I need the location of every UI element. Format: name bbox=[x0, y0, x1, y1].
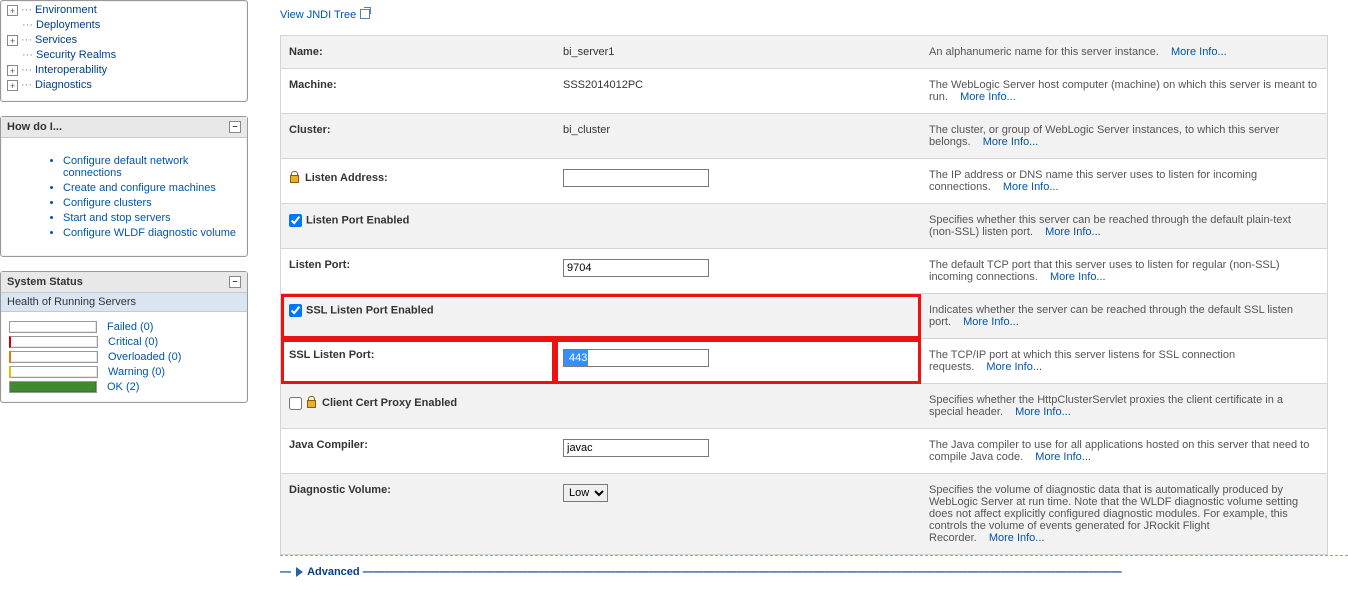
howdoi-link[interactable]: Configure clusters bbox=[63, 197, 239, 209]
expand-icon[interactable]: + bbox=[7, 80, 18, 91]
desc-name: An alphanumeric name for this server ins… bbox=[921, 36, 1328, 69]
expand-icon[interactable]: + bbox=[7, 65, 18, 76]
listen-port-enabled-checkbox[interactable] bbox=[289, 214, 302, 227]
java-compiler-input[interactable] bbox=[563, 439, 709, 457]
desc-ssl-lp: The TCP/IP port at which this server lis… bbox=[921, 339, 1328, 384]
howdoi-link[interactable]: Configure WLDF diagnostic volume bbox=[63, 227, 239, 239]
row-cluster: Cluster: bi_cluster The cluster, or grou… bbox=[281, 114, 1328, 159]
label-listen-address: Listen Address: bbox=[281, 159, 556, 204]
value-machine: SSS2014012PC bbox=[555, 69, 921, 114]
howdoi-link[interactable]: Start and stop servers bbox=[63, 212, 239, 224]
row-listen-port-enabled: Listen Port Enabled Specifies whether th… bbox=[281, 204, 1328, 249]
more-info-link[interactable]: More Info... bbox=[983, 136, 1039, 148]
tree-item-services[interactable]: +···Services bbox=[7, 33, 247, 48]
desc-jc: The Java compiler to use for all applica… bbox=[921, 429, 1328, 474]
ssl-listen-port-enabled-checkbox[interactable] bbox=[289, 304, 302, 317]
tree-item-security-realms[interactable]: ···Security Realms bbox=[7, 48, 247, 63]
client-cert-proxy-checkbox[interactable] bbox=[289, 397, 302, 410]
label-ssl-listen-port: SSL Listen Port: bbox=[281, 339, 556, 384]
tree-item-diagnostics[interactable]: +···Diagnostics bbox=[7, 78, 247, 93]
lock-icon bbox=[306, 396, 318, 408]
more-info-link[interactable]: More Info... bbox=[989, 532, 1045, 544]
tree-item-environment[interactable]: +···Environment bbox=[7, 3, 247, 18]
listen-port-input[interactable] bbox=[563, 259, 709, 277]
panel-title: System Status– bbox=[1, 272, 247, 293]
more-info-link[interactable]: More Info... bbox=[986, 361, 1042, 373]
label-ccpe: Client Cert Proxy Enabled bbox=[322, 397, 457, 409]
row-machine: Machine: SSS2014012PC The WebLogic Serve… bbox=[281, 69, 1328, 114]
health-warning: Warning (0) bbox=[9, 366, 239, 378]
label-listen-port: Listen Port: bbox=[281, 249, 556, 294]
bar-icon bbox=[9, 321, 97, 333]
advanced-toggle[interactable]: — Advanced —————————————————————————————… bbox=[280, 558, 1348, 586]
more-info-link[interactable]: More Info... bbox=[1035, 451, 1091, 463]
health-subtitle: Health of Running Servers bbox=[1, 293, 247, 312]
label-cluster: Cluster: bbox=[281, 114, 556, 159]
collapse-icon[interactable]: – bbox=[229, 276, 241, 288]
health-failed: Failed (0) bbox=[9, 321, 239, 333]
more-info-link[interactable]: More Info... bbox=[960, 91, 1016, 103]
howdoi-link[interactable]: Configure default network connections bbox=[63, 155, 239, 179]
desc-ccpe: Specifies whether the HttpClusterServlet… bbox=[921, 384, 1328, 429]
value-name: bi_server1 bbox=[555, 36, 921, 69]
howdoi-link[interactable]: Create and configure machines bbox=[63, 182, 239, 194]
health-critical: Critical (0) bbox=[9, 336, 239, 348]
more-info-link[interactable]: More Info... bbox=[1171, 46, 1227, 58]
label-machine: Machine: bbox=[281, 69, 556, 114]
desc-ssl-lpe: Indicates whether the server can be reac… bbox=[921, 294, 1328, 339]
label-ssl-lpe: SSL Listen Port Enabled bbox=[306, 304, 434, 316]
label-listen-port-enabled: Listen Port Enabled bbox=[306, 214, 409, 226]
bar-icon bbox=[9, 351, 98, 363]
desc-lpe: Specifies whether this server can be rea… bbox=[921, 204, 1328, 249]
lock-icon bbox=[289, 171, 301, 183]
row-listen-address: Listen Address: The IP address or DNS na… bbox=[281, 159, 1328, 204]
desc-dv: Specifies the volume of diagnostic data … bbox=[921, 474, 1328, 555]
listen-address-input[interactable] bbox=[563, 169, 709, 187]
row-ssl-listen-port: SSL Listen Port: The TCP/IP port at whic… bbox=[281, 339, 1328, 384]
health-overloaded: Overloaded (0) bbox=[9, 351, 239, 363]
label-name: Name: bbox=[281, 36, 556, 69]
row-diagnostic-volume: Diagnostic Volume: Low Specifies the vol… bbox=[281, 474, 1328, 555]
view-jndi-tree-link[interactable]: View JNDI Tree bbox=[280, 0, 1348, 35]
ssl-listen-port-input[interactable] bbox=[563, 349, 709, 367]
row-java-compiler: Java Compiler: The Java compiler to use … bbox=[281, 429, 1328, 474]
more-info-link[interactable]: More Info... bbox=[1050, 271, 1106, 283]
health-ok: OK (2) bbox=[9, 381, 239, 393]
nav-tree: +···Environment ···Deployments +···Servi… bbox=[0, 0, 248, 102]
collapse-icon[interactable]: – bbox=[229, 121, 241, 133]
row-ssl-listen-port-enabled: SSL Listen Port Enabled Indicates whethe… bbox=[281, 294, 1328, 339]
config-table: Name: bi_server1 An alphanumeric name fo… bbox=[280, 35, 1328, 555]
system-status-panel: System Status– Health of Running Servers… bbox=[0, 271, 248, 403]
label-diagnostic-volume: Diagnostic Volume: bbox=[281, 474, 556, 555]
tree-item-deployments[interactable]: ···Deployments bbox=[7, 18, 247, 33]
more-info-link[interactable]: More Info... bbox=[1003, 181, 1059, 193]
how-do-i-panel: How do I...– Configure default network c… bbox=[0, 116, 248, 257]
desc-machine: The WebLogic Server host computer (machi… bbox=[921, 69, 1328, 114]
desc-lp: The default TCP port that this server us… bbox=[921, 249, 1328, 294]
more-info-link[interactable]: More Info... bbox=[1045, 226, 1101, 238]
more-info-link[interactable]: More Info... bbox=[1015, 406, 1071, 418]
desc-cluster: The cluster, or group of WebLogic Server… bbox=[921, 114, 1328, 159]
triangle-right-icon bbox=[296, 567, 303, 577]
divider bbox=[280, 555, 1348, 556]
row-name: Name: bi_server1 An alphanumeric name fo… bbox=[281, 36, 1328, 69]
external-link-icon bbox=[360, 9, 370, 19]
bar-icon bbox=[9, 366, 98, 378]
desc-listen-address: The IP address or DNS name this server u… bbox=[921, 159, 1328, 204]
tree-item-interoperability[interactable]: +···Interoperability bbox=[7, 63, 247, 78]
row-listen-port: Listen Port: The default TCP port that t… bbox=[281, 249, 1328, 294]
row-client-cert-proxy-enabled: Client Cert Proxy Enabled Specifies whet… bbox=[281, 384, 1328, 429]
value-cluster: bi_cluster bbox=[555, 114, 921, 159]
expand-icon[interactable]: + bbox=[7, 5, 18, 16]
more-info-link[interactable]: More Info... bbox=[963, 316, 1019, 328]
diagnostic-volume-select[interactable]: Low bbox=[563, 484, 608, 502]
expand-icon[interactable]: + bbox=[7, 35, 18, 46]
label-java-compiler: Java Compiler: bbox=[281, 429, 556, 474]
bar-icon bbox=[9, 336, 98, 348]
bar-icon bbox=[9, 381, 97, 393]
panel-title: How do I...– bbox=[1, 117, 247, 138]
